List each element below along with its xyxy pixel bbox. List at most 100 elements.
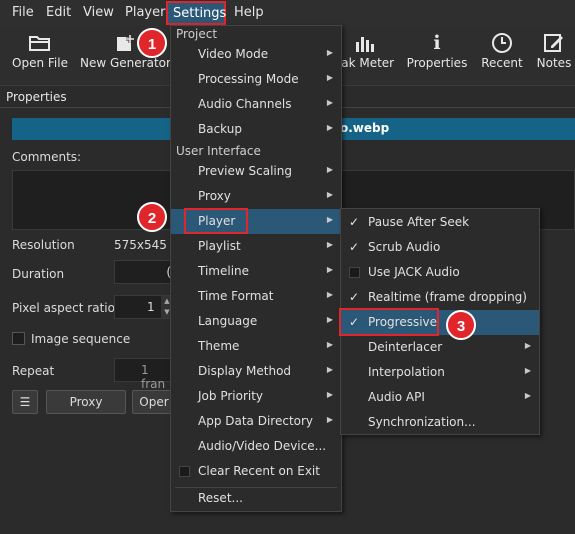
menu-edit[interactable]: Edit xyxy=(46,5,71,20)
menu-item-label: Pause After Seek xyxy=(368,215,470,229)
menu-item-label: Audio API xyxy=(368,390,425,404)
menu-item-label: App Data Directory xyxy=(198,414,314,428)
menu-item-theme[interactable]: Theme ▶ xyxy=(171,334,341,359)
notes-button[interactable]: Notes xyxy=(533,26,575,84)
menu-item-label: Scrub Audio xyxy=(368,240,441,254)
open-button-label: Oper xyxy=(139,395,169,409)
checkmark-icon: ✓ xyxy=(349,240,360,254)
step-badge-2: 2 xyxy=(137,202,167,232)
step-badge-1: 1 xyxy=(137,28,167,58)
menu-item-label: Use JACK Audio xyxy=(368,265,460,279)
info-icon: i xyxy=(433,32,441,54)
properties-label: Properties xyxy=(406,56,468,70)
open-file-label: Open File xyxy=(12,56,68,70)
menu-settings-label: Settings xyxy=(173,6,227,21)
menu-item-backup[interactable]: Backup ▶ xyxy=(171,117,341,142)
submenu-arrow-icon: ▶ xyxy=(326,215,333,224)
menu-item-label: Proxy xyxy=(198,189,231,203)
new-generator-label: New Generator xyxy=(80,56,171,70)
menu-item-label: Time Format xyxy=(198,289,274,303)
menu-item-proxy[interactable]: Proxy ▶ xyxy=(171,184,341,209)
menu-item-app-data-directory[interactable]: App Data Directory ▶ xyxy=(171,409,341,434)
menu-item-label: Interpolation xyxy=(368,365,445,379)
menu-file[interactable]: File xyxy=(12,5,34,20)
repeat-value: 1 fran xyxy=(141,363,166,391)
menu-item-label: Processing Mode xyxy=(198,72,299,86)
menu-help[interactable]: Help xyxy=(234,5,264,20)
notes-label: Notes xyxy=(536,56,572,70)
menu-item-language[interactable]: Language ▶ xyxy=(171,309,341,334)
menu-item-processing-mode[interactable]: Processing Mode ▶ xyxy=(171,67,341,92)
menu-item-label: Audio Channels xyxy=(198,97,292,111)
menu-item-realtime[interactable]: ✓ Realtime (frame dropping) xyxy=(341,285,539,310)
submenu-arrow-icon: ▶ xyxy=(326,390,333,399)
menu-bar: File Edit View Player Settings Help xyxy=(0,0,575,26)
annotation-box-progressive xyxy=(339,308,439,336)
menu-item-time-format[interactable]: Time Format ▶ xyxy=(171,284,341,309)
clock-icon xyxy=(478,26,526,56)
panel-menu-button[interactable]: ☰ xyxy=(12,390,38,414)
proxy-button-label: Proxy xyxy=(69,395,103,409)
menu-item-label: Clear Recent on Exit xyxy=(198,464,320,478)
checkbox-icon xyxy=(179,466,190,477)
checkbox-icon xyxy=(349,267,360,278)
folder-open-icon xyxy=(8,26,72,56)
menu-item-playlist[interactable]: Playlist ▶ xyxy=(171,234,341,259)
submenu-arrow-icon: ▶ xyxy=(326,48,333,57)
recent-button[interactable]: Recent xyxy=(478,26,526,84)
menu-item-label: Reset... xyxy=(198,491,243,505)
menu-item-audio-channels[interactable]: Audio Channels ▶ xyxy=(171,92,341,117)
submenu-arrow-icon: ▶ xyxy=(326,165,333,174)
menu-item-scrub-audio[interactable]: ✓ Scrub Audio xyxy=(341,235,539,260)
open-file-button[interactable]: Open File xyxy=(8,26,72,84)
menu-item-label: Timeline xyxy=(198,264,250,278)
pixel-aspect-value: 1 xyxy=(147,300,155,314)
recent-label: Recent xyxy=(481,56,523,70)
submenu-arrow-icon: ▶ xyxy=(326,340,333,349)
menu-item-pause-after-seek[interactable]: ✓ Pause After Seek xyxy=(341,210,539,235)
submenu-arrow-icon: ▶ xyxy=(326,190,333,199)
resolution-value: 575x545 xyxy=(114,238,167,252)
menu-item-display-method[interactable]: Display Method ▶ xyxy=(171,359,341,384)
submenu-arrow-icon: ▶ xyxy=(326,98,333,107)
checkmark-icon: ✓ xyxy=(349,215,360,229)
menu-item-audio-video-device[interactable]: Audio/Video Device... xyxy=(171,434,341,459)
menu-item-use-jack-audio[interactable]: Use JACK Audio xyxy=(341,260,539,285)
menu-item-synchronization[interactable]: Synchronization... xyxy=(341,410,539,435)
menu-item-label: Realtime (frame dropping) xyxy=(368,290,527,304)
menu-item-deinterlacer[interactable]: Deinterlacer ▶ xyxy=(341,335,539,360)
peak-meter-label: eak Meter xyxy=(333,56,395,70)
menu-item-interpolation[interactable]: Interpolation ▶ xyxy=(341,360,539,385)
properties-button[interactable]: i Properties xyxy=(406,26,468,84)
menu-item-label: Synchronization... xyxy=(368,415,476,429)
menu-item-preview-scaling[interactable]: Preview Scaling ▶ xyxy=(171,159,341,184)
hamburger-icon: ☰ xyxy=(19,395,31,409)
resolution-label: Resolution xyxy=(12,238,75,252)
menu-section-project: Project xyxy=(176,27,218,41)
menu-item-job-priority[interactable]: Job Priority ▶ xyxy=(171,384,341,409)
menu-item-video-mode[interactable]: Video Mode ▶ xyxy=(171,42,341,67)
submenu-arrow-icon: ▶ xyxy=(326,315,333,324)
repeat-field[interactable]: 1 fran xyxy=(114,358,174,391)
submenu-arrow-icon: ▶ xyxy=(326,240,333,249)
menu-player[interactable]: Player xyxy=(125,5,165,20)
menu-item-timeline[interactable]: Timeline ▶ xyxy=(171,259,341,284)
menu-item-label: Job Priority xyxy=(198,389,264,403)
menu-settings[interactable]: Settings xyxy=(166,1,226,25)
menu-item-clear-recent-on-exit[interactable]: Clear Recent on Exit xyxy=(171,459,341,484)
peak-meter-button[interactable]: eak Meter xyxy=(333,26,395,84)
menu-item-audio-api[interactable]: Audio API ▶ xyxy=(341,385,539,410)
submenu-arrow-icon: ▶ xyxy=(524,391,531,400)
menu-view[interactable]: View xyxy=(83,5,114,20)
submenu-arrow-icon: ▶ xyxy=(524,341,531,350)
menu-item-label: Preview Scaling xyxy=(198,164,292,178)
proxy-button[interactable]: Proxy xyxy=(46,390,126,414)
image-sequence-label: Image sequence xyxy=(31,332,131,346)
duration-field[interactable]: ( xyxy=(114,260,174,284)
menu-item-reset[interactable]: Reset... xyxy=(171,486,341,511)
repeat-label: Repeat xyxy=(12,364,55,378)
pixel-aspect-field[interactable]: 1 ▲ ▼ xyxy=(114,295,174,319)
duration-label: Duration xyxy=(12,267,65,281)
filename-text: o.webp xyxy=(340,121,390,135)
image-sequence-checkbox[interactable] xyxy=(12,332,25,345)
